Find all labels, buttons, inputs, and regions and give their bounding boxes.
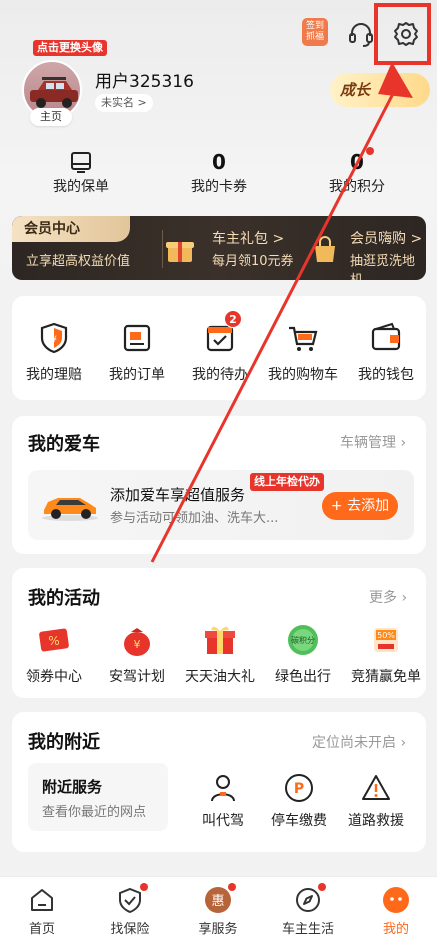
nav-label: 车主生活 xyxy=(281,922,334,937)
insurance-icon xyxy=(116,883,148,914)
nav-label: 首页 xyxy=(28,922,55,937)
nav-red-dot xyxy=(140,883,148,891)
nav-mine[interactable]: 我的 xyxy=(356,886,436,937)
service-icon: 惠 xyxy=(204,883,236,914)
annotation-arrow xyxy=(150,62,413,563)
compass-icon xyxy=(294,883,326,914)
home-icon xyxy=(28,886,56,914)
nav-car-life[interactable]: 车主生活 xyxy=(268,883,348,937)
mine-icon xyxy=(382,886,410,914)
nav-services[interactable]: 惠 享服务 xyxy=(178,883,258,937)
nav-home[interactable]: 首页 xyxy=(2,886,82,937)
nav-red-dot xyxy=(228,883,236,891)
service-icon-text: 惠 xyxy=(211,894,224,909)
nav-label: 我的 xyxy=(382,922,409,937)
nav-red-dot xyxy=(318,883,326,891)
nav-insurance[interactable]: 找保险 xyxy=(90,883,170,937)
nav-label: 找保险 xyxy=(110,922,150,937)
nav-label: 享服务 xyxy=(198,922,238,937)
